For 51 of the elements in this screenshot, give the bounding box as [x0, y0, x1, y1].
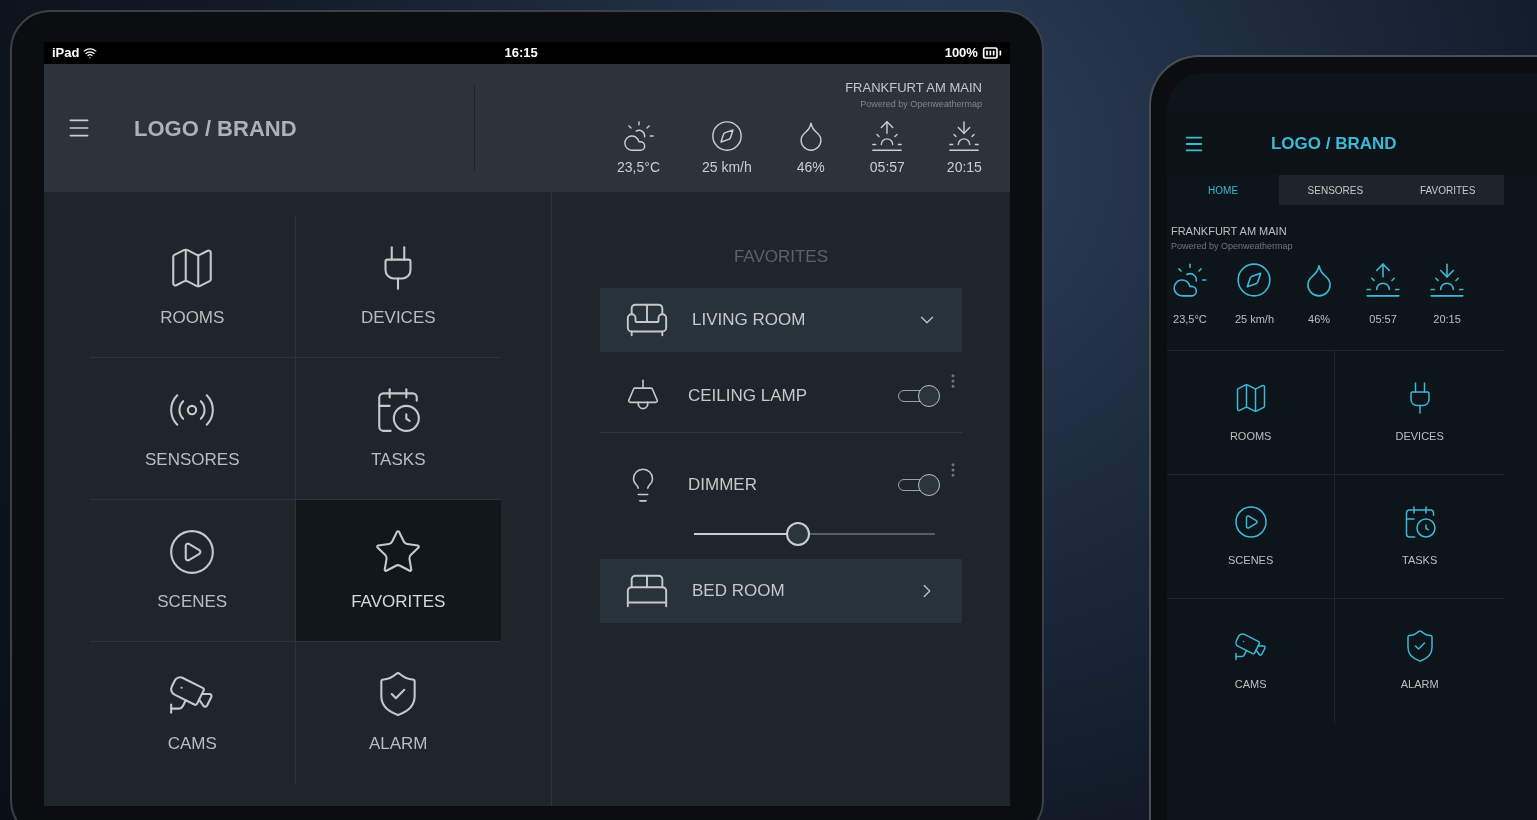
weather-value: 25 km/h: [1234, 312, 1275, 327]
menu-tile[interactable]: SENSORES: [90, 358, 296, 500]
dimmer-slider[interactable]: [694, 520, 935, 547]
menu-tile[interactable]: DEVICES: [1335, 350, 1504, 475]
slider-thumb[interactable]: [785, 521, 810, 546]
clock: 16:15: [504, 44, 538, 63]
cloud-sun-icon: [621, 119, 656, 153]
tab[interactable]: FAVORITES: [1391, 175, 1504, 205]
weather-value: 46%: [1308, 312, 1331, 327]
room-name: LIVING ROOM: [692, 308, 807, 331]
location: FRANKFURT AM MAIN: [1170, 224, 1288, 239]
powered-by: Powered by Openweathermap: [1170, 239, 1294, 253]
sunrise-icon: [870, 119, 905, 153]
tab[interactable]: HOME: [1166, 175, 1280, 205]
room-name: BED ROOM: [692, 579, 786, 602]
weather-value: 23,5°C: [1173, 312, 1207, 327]
sunrise-icon: [1364, 261, 1403, 299]
weather-value: 46%: [796, 158, 825, 177]
weather-value: 23,5°C: [617, 158, 660, 177]
cloud-sun-icon: [1170, 261, 1209, 299]
menu-tile[interactable]: SCENES: [90, 500, 296, 642]
device-name: iPad: [52, 44, 80, 63]
compass-icon: [709, 119, 744, 153]
play-circle-icon: [1232, 503, 1269, 540]
room-row[interactable]: BED ROOM: [600, 558, 962, 623]
brand-logo: LOGO / BRAND: [134, 114, 298, 143]
weather-value: 20:15: [1433, 312, 1461, 327]
powered-by: Powered by Openweathermap: [860, 97, 982, 111]
menu-tile[interactable]: ROOMS: [90, 216, 296, 358]
battery-percent: 100%: [944, 44, 978, 63]
wifi-icon: [83, 46, 98, 60]
menu-tile[interactable]: FAVORITES: [295, 500, 501, 642]
weather-value: 05:57: [869, 158, 905, 177]
brand-logo: LOGO / BRAND: [1270, 133, 1397, 156]
menu-tile[interactable]: TASKS: [1335, 474, 1504, 599]
weather-value: 25 km/h: [702, 158, 752, 177]
sunset-icon: [947, 119, 982, 153]
tab[interactable]: SENSORES: [1279, 175, 1392, 205]
compass-icon: [1235, 261, 1274, 299]
device-name: CEILING LAMP: [688, 384, 809, 407]
location: FRANKFURT AM MAIN: [845, 79, 982, 97]
weather-value: 05:57: [1369, 312, 1397, 327]
weather-value: 20:15: [946, 158, 982, 177]
device-name: DIMMER: [688, 473, 758, 496]
sunset-icon: [1428, 261, 1467, 299]
menu-tile[interactable]: ROOMS: [1166, 350, 1336, 475]
panel-title: FAVORITES: [732, 246, 830, 268]
menu-tile[interactable]: SCENES: [1166, 474, 1336, 599]
menu-tile[interactable]: CAMS: [1166, 598, 1336, 723]
room-row[interactable]: LIVING ROOM: [600, 287, 962, 352]
menu-tile[interactable]: ALARM: [1335, 598, 1504, 723]
